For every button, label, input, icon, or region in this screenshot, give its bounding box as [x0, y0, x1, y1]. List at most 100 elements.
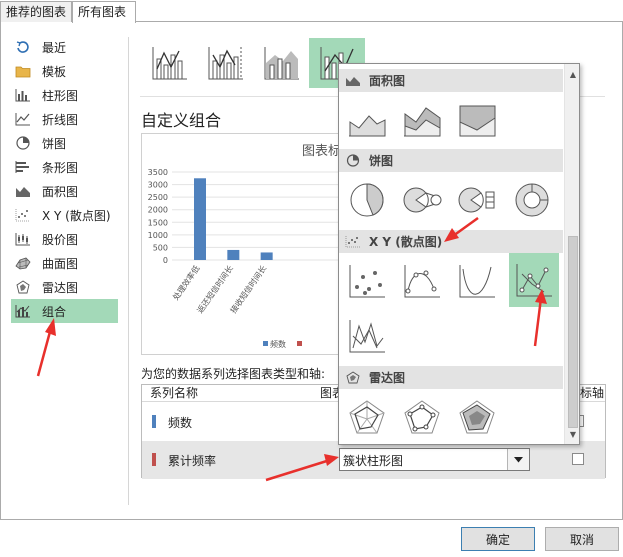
surface-chart-icon [14, 255, 32, 271]
bar [194, 178, 206, 260]
sidebar-item-area[interactable]: 面积图 [11, 179, 118, 203]
recent-icon [14, 39, 32, 55]
chart-type-select[interactable]: 簇状柱形图 [339, 448, 530, 471]
y-tick-label: 1000 [148, 231, 168, 240]
legend-swatch [263, 341, 268, 346]
y-tick-label: 0 [163, 256, 168, 265]
ok-button[interactable]: 确定 [461, 527, 535, 551]
column-header-series-name: 系列名称 [150, 386, 199, 400]
sidebar-item-label: X Y (散点图) [42, 208, 111, 223]
chart-option-bar-of-pie[interactable] [454, 177, 500, 223]
sidebar-item-label: 最近 [42, 40, 67, 55]
secondary-axis-checkbox[interactable] [572, 453, 584, 465]
series-color-swatch [152, 415, 156, 428]
y-tick-label: 500 [153, 243, 168, 252]
radar-chart-icon [345, 371, 361, 385]
sidebar-item-line[interactable]: 折线图 [11, 107, 118, 131]
scroll-down-icon[interactable]: ▼ [565, 426, 579, 442]
x-tick-label: 接收短信时间长 [228, 263, 268, 315]
dropdown-scrollbar[interactable]: ▲ ▼ [564, 64, 579, 444]
pie-chart-icon [345, 154, 361, 168]
bar [260, 252, 273, 260]
y-tick-label: 1500 [148, 218, 168, 227]
chart-preview: 图表标 3500 3000 2500 2000 1500 1000 500 0 处理效率低 返还短… [141, 133, 341, 355]
area-chart-icon [14, 183, 32, 199]
preview-chart-svg: 3500 3000 2500 2000 1500 1000 500 0处理效率低返还短信时间长… [148, 168, 340, 349]
sidebar-item-recent[interactable]: 最近 [11, 35, 118, 59]
sidebar-item-label: 曲面图 [42, 256, 79, 271]
sidebar-item-surface[interactable]: 曲面图 [11, 251, 118, 275]
chart-option-pie-of-pie[interactable] [399, 177, 445, 223]
sidebar-item-combo[interactable]: 组合 [11, 299, 118, 323]
sidebar-item-templates[interactable]: 模板 [11, 59, 118, 83]
sidebar-item-label: 雷达图 [42, 280, 79, 295]
dropdown-category-pie: 饼图 [339, 149, 563, 172]
sidebar-item-radar[interactable]: 雷达图 [11, 275, 118, 299]
tab-strip: 推荐的图表 所有图表 [0, 0, 623, 23]
bar [227, 249, 240, 260]
chart-option-scatter-smooth[interactable] [454, 258, 500, 304]
section-title: 自定义组合 [141, 111, 222, 130]
chart-option-scatter-straight[interactable] [344, 313, 390, 359]
chart-option-filled-radar[interactable] [454, 394, 500, 440]
series-name: 频数 [168, 416, 193, 430]
chart-option-radar-markers[interactable] [399, 394, 445, 440]
column-header-secondary-axis: 标轴 [580, 386, 605, 400]
sidebar-item-label: 折线图 [42, 112, 79, 127]
chart-option-pie[interactable] [344, 177, 390, 223]
combo-chart-icon [14, 303, 32, 319]
chart-type-select-value: 簇状柱形图 [343, 454, 404, 468]
dropdown-category-radar: 雷达图 [339, 366, 563, 389]
chart-option-area[interactable] [344, 97, 390, 143]
combo-subtype-area-column[interactable] [253, 38, 309, 88]
x-tick-label: 返还短信时间长 [195, 263, 235, 315]
chevron-down-icon [514, 456, 523, 462]
y-tick-label: 2000 [148, 206, 168, 215]
chart-option-scatter-smooth-markers[interactable] [399, 258, 445, 304]
sidebar-item-label: 股价图 [42, 232, 79, 247]
preview-chart-title: 图表标 [302, 144, 341, 159]
folder-icon [14, 63, 32, 79]
chart-option-doughnut[interactable] [509, 177, 555, 223]
y-tick-label: 3000 [148, 181, 168, 190]
scroll-up-icon[interactable]: ▲ [565, 66, 579, 82]
dropdown-category-label: 雷达图 [369, 371, 406, 385]
scroll-thumb[interactable] [568, 236, 578, 428]
chart-option-stacked-area[interactable] [399, 97, 445, 143]
pie-chart-icon [14, 135, 32, 151]
chart-option-percent-area[interactable] [454, 97, 500, 143]
series-name: 累计频率 [168, 454, 217, 468]
x-tick-label: 处理效率低 [171, 263, 202, 302]
sidebar-item-label: 组合 [42, 304, 67, 319]
chart-option-scatter-straight-markers[interactable] [509, 253, 559, 307]
sidebar-item-column[interactable]: 柱形图 [11, 83, 118, 107]
chart-type-dropdown: 面积图 饼图 X Y (散点图) 雷达图 ▲ ▼ [338, 63, 580, 445]
tab-recommended-charts[interactable]: 推荐的图表 [0, 1, 72, 22]
sidebar-item-bar[interactable]: 条形图 [11, 155, 118, 179]
dropdown-category-scatter: X Y (散点图) [339, 230, 563, 253]
chart-option-scatter[interactable] [344, 258, 390, 304]
sidebar-item-label: 面积图 [42, 184, 79, 199]
line-chart-icon [14, 111, 32, 127]
combo-subtype-clustered-column-line[interactable] [141, 38, 197, 88]
sidebar-item-label: 条形图 [42, 160, 79, 175]
chart-option-radar[interactable] [344, 394, 390, 440]
sidebar-item-label: 饼图 [42, 136, 67, 151]
dropdown-toggle[interactable] [507, 449, 529, 470]
sidebar-item-scatter[interactable]: X Y (散点图) [11, 203, 118, 227]
scatter-chart-icon [14, 207, 32, 223]
sidebar-item-label: 模板 [42, 64, 67, 79]
column-chart-icon [14, 87, 32, 103]
radar-chart-icon [14, 279, 32, 295]
stock-chart-icon [14, 231, 32, 247]
combo-subtype-column-line-secondary[interactable] [197, 38, 253, 88]
cancel-button[interactable]: 取消 [545, 527, 619, 551]
series-prompt: 为您的数据系列选择图表类型和轴: [141, 367, 326, 381]
y-tick-label: 2500 [148, 193, 168, 202]
sidebar-item-label: 柱形图 [42, 88, 79, 103]
sidebar-item-stock[interactable]: 股价图 [11, 227, 118, 251]
sidebar-item-pie[interactable]: 饼图 [11, 131, 118, 155]
dropdown-category-label: X Y (散点图) [369, 235, 443, 249]
series-color-swatch [152, 453, 156, 466]
tab-all-charts[interactable]: 所有图表 [72, 1, 136, 23]
